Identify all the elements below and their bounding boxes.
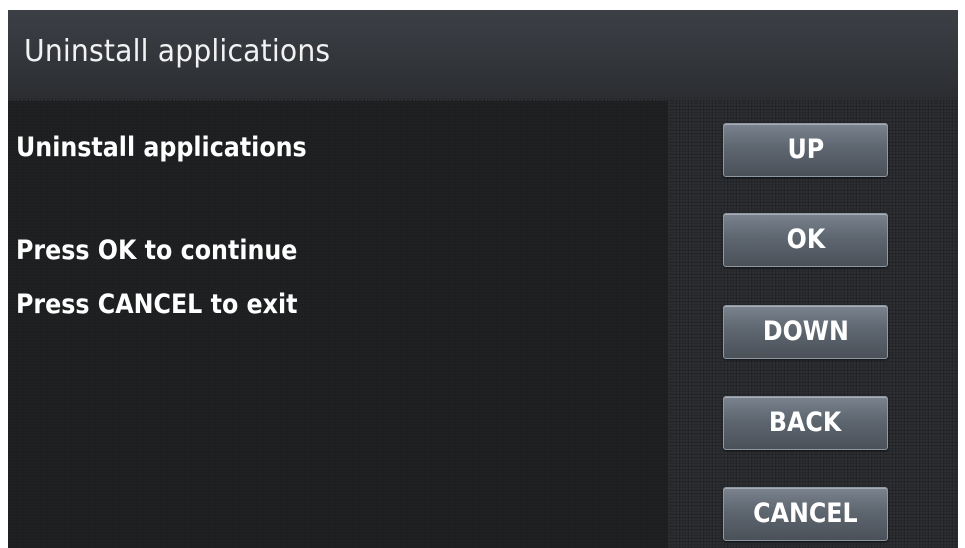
device-screen: Uninstall applications Uninstall applica… (8, 10, 958, 548)
instruction-ok-text: Press OK to continue (16, 235, 298, 266)
down-button-label: DOWN (762, 316, 849, 347)
up-button[interactable]: UP (723, 123, 888, 177)
message-heading: Uninstall applications (16, 132, 307, 163)
down-button[interactable]: DOWN (723, 305, 888, 359)
ok-button-label: OK (786, 224, 825, 255)
title-bar: Uninstall applications (8, 10, 958, 98)
back-button-label: BACK (769, 407, 842, 438)
page-title: Uninstall applications (24, 34, 331, 69)
message-panel (8, 101, 668, 548)
cancel-button[interactable]: CANCEL (723, 487, 888, 541)
ok-button[interactable]: OK (723, 213, 888, 267)
back-button[interactable]: BACK (723, 396, 888, 450)
instruction-cancel-text: Press CANCEL to exit (16, 289, 298, 320)
cancel-button-label: CANCEL (753, 498, 858, 529)
up-button-label: UP (787, 134, 824, 165)
